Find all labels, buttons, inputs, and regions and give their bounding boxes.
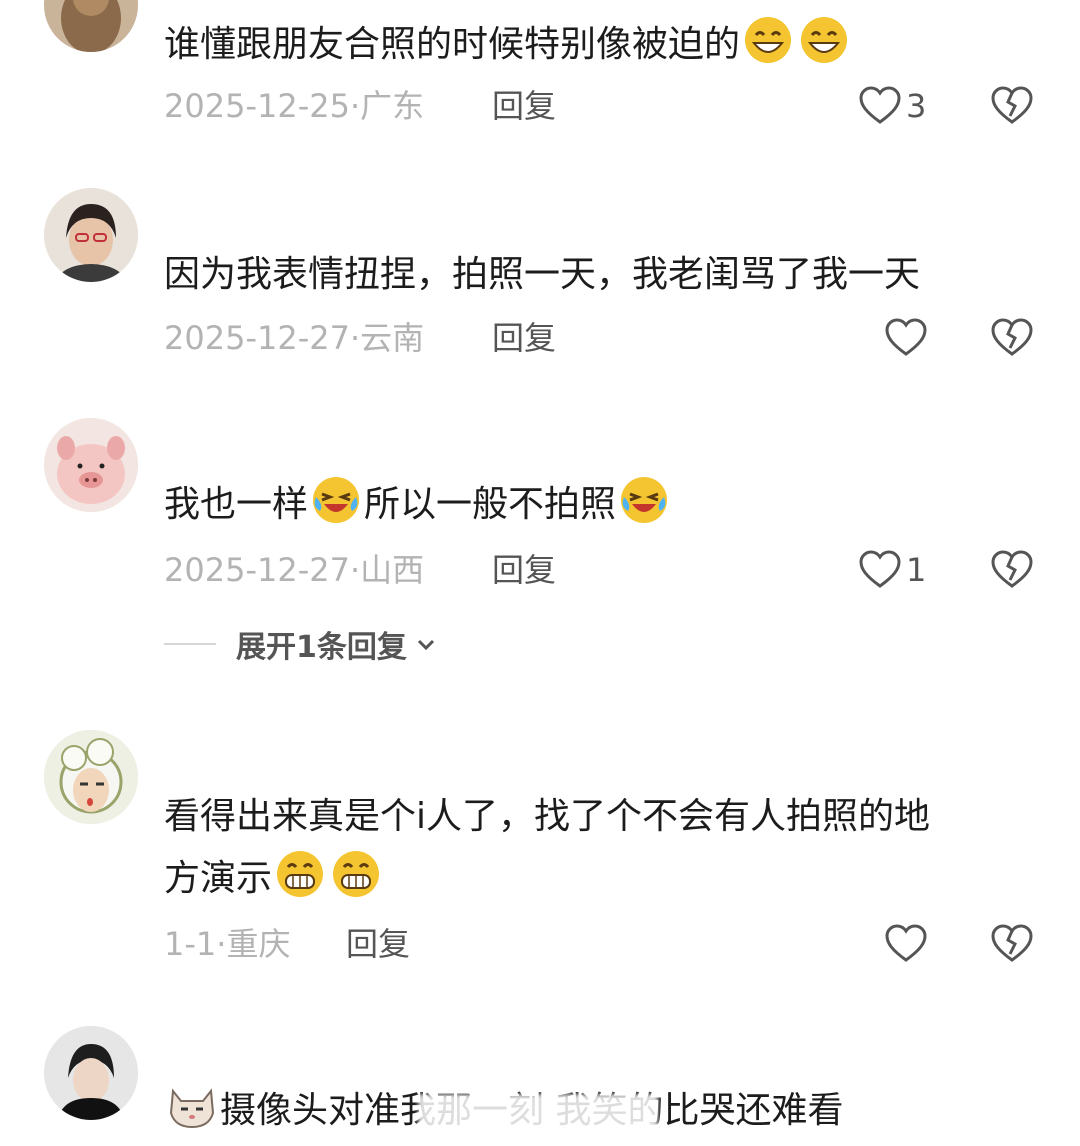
comment-date: 1-1	[164, 925, 217, 963]
comment-meta: 1-1·重庆	[164, 925, 291, 963]
comment-meta: 2025-12-27·山西	[164, 551, 425, 589]
heart-icon	[885, 318, 927, 356]
reply-button[interactable]: 回复	[492, 316, 556, 360]
reply-button[interactable]: 回复	[492, 84, 556, 128]
avatar[interactable]	[44, 188, 138, 282]
like-button[interactable]	[884, 316, 932, 360]
comment-meta: 2025-12-25·广东	[164, 87, 425, 125]
comment-location: 云南	[360, 319, 425, 357]
cat-emoji-icon	[169, 1088, 215, 1129]
avatar[interactable]	[44, 418, 138, 512]
avatar[interactable]	[44, 1026, 138, 1120]
heart-icon	[859, 86, 901, 124]
reply-button[interactable]: 回复	[346, 922, 410, 966]
chevron-down-icon	[417, 639, 434, 651]
grin-teeth-emoji-icon	[277, 851, 324, 897]
comment-text: 我也一样 所以一般不拍照	[164, 474, 1044, 536]
expand-replies-label: 展开1条回复	[236, 630, 407, 665]
expand-replies-button[interactable]: 展开1条回复	[164, 622, 437, 666]
grin-teeth-emoji-icon	[333, 851, 380, 897]
watermark-overlay	[418, 1094, 658, 1134]
broken-heart-icon[interactable]	[990, 548, 1034, 592]
reply-button[interactable]: 回复	[492, 548, 556, 592]
comment-date: 2025-12-27	[164, 551, 350, 589]
like-count: 3	[906, 87, 927, 125]
comment-location: 广东	[360, 87, 425, 125]
grin-emoji-icon	[745, 17, 792, 63]
divider-line	[164, 643, 216, 645]
comment-text: 因为我表情扭捏，拍照一天，我老闺骂了我一天	[164, 254, 921, 295]
heart-icon	[885, 924, 927, 962]
comment-meta: 2025-12-27·云南	[164, 319, 425, 357]
grin-emoji-icon	[801, 17, 848, 63]
laugh-cry-emoji-icon	[313, 477, 360, 523]
comment-location: 重庆	[226, 925, 291, 963]
avatar[interactable]	[44, 0, 138, 52]
comment-text: 谁懂跟朋友合照的时候特别像被迫的	[164, 14, 1044, 76]
heart-icon	[859, 550, 901, 588]
broken-heart-icon[interactable]	[990, 316, 1034, 360]
broken-heart-icon[interactable]	[990, 84, 1034, 128]
comment-date: 2025-12-27	[164, 319, 350, 357]
broken-heart-icon[interactable]	[990, 922, 1034, 966]
avatar[interactable]	[44, 730, 138, 824]
comment-text: 看得出来真是个i人了，找了个不会有人拍照的地 方演示	[164, 796, 931, 899]
like-count: 1	[906, 551, 927, 589]
like-button[interactable]	[884, 922, 932, 966]
laugh-cry-emoji-icon	[621, 477, 668, 523]
comment-date: 2025-12-25	[164, 87, 350, 125]
like-button[interactable]: 1	[858, 548, 926, 592]
comment-location: 山西	[360, 551, 425, 589]
like-button[interactable]: 3	[858, 84, 926, 128]
